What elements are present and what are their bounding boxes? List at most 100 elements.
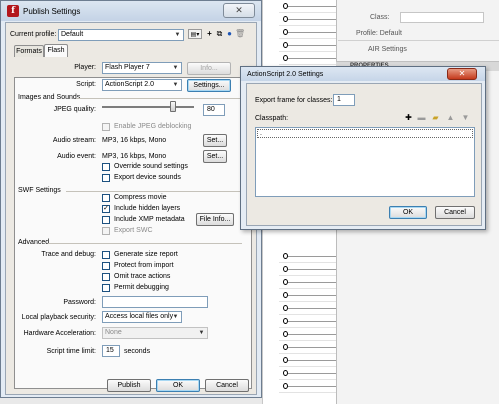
password-field[interactable] <box>102 296 208 308</box>
timeline-row <box>279 315 337 328</box>
timeline-row <box>279 39 337 52</box>
export-swc-label: Export SWC <box>114 227 153 234</box>
protect-from-import-label: Protect from import <box>114 262 174 269</box>
include-hidden-layers-label: Include hidden layers <box>114 205 181 212</box>
local-playback-value: Access local files only <box>105 313 174 320</box>
timeline-row <box>279 380 337 393</box>
include-xmp-label: Include XMP metadata <box>114 216 185 223</box>
export-device-sounds-label: Export device sounds <box>114 174 181 181</box>
local-playback-label: Local playback security: <box>21 314 96 321</box>
include-xmp-checkbox[interactable] <box>102 216 110 224</box>
jpeg-quality-slider-track[interactable] <box>102 106 194 108</box>
add-profile-icon[interactable]: + <box>205 29 214 39</box>
enable-jpeg-deblocking-label: Enable JPEG deblocking <box>114 123 192 130</box>
timeline-row <box>279 289 337 302</box>
current-profile-label: Current profile: <box>10 31 57 38</box>
compress-movie-label: Compress movie <box>114 194 167 201</box>
divider <box>76 98 242 99</box>
chevron-down-icon: ▼ <box>172 314 179 320</box>
class-input[interactable] <box>400 12 484 23</box>
timeline-row <box>279 367 337 380</box>
ok-button[interactable]: OK <box>156 379 200 392</box>
close-button[interactable]: ✕ <box>223 3 255 18</box>
chevron-down-icon: ▼ <box>172 82 179 88</box>
hardware-accel-select[interactable]: None ▼ <box>102 327 208 339</box>
divider <box>66 191 242 192</box>
delete-profile-icon[interactable]: 🗑 <box>235 29 245 39</box>
settings-button[interactable]: Settings... <box>187 79 231 92</box>
script-time-limit-label: Script time limit: <box>46 348 96 355</box>
seconds-label: seconds <box>124 348 151 355</box>
jpeg-quality-slider-thumb[interactable] <box>169 101 176 112</box>
duplicate-profile-icon[interactable]: ⧉ <box>215 29 224 39</box>
tab-flash[interactable]: Flash <box>44 44 68 57</box>
omit-trace-actions-checkbox[interactable] <box>102 273 110 281</box>
profile-label: Profile: Default <box>356 30 402 37</box>
include-hidden-layers-checkbox[interactable]: ✓ <box>102 205 110 213</box>
script-time-limit-input[interactable]: 15 <box>102 345 120 357</box>
audio-event-label: Audio event: <box>57 153 96 160</box>
profile-select[interactable]: Default ▼ <box>58 29 184 41</box>
divider <box>338 40 499 41</box>
script-select[interactable]: ActionScript 2.0 ▼ <box>102 79 182 91</box>
browse-folder-icon[interactable]: ▰ <box>430 113 441 122</box>
chevron-down-icon: ▼ <box>198 330 205 336</box>
add-path-icon[interactable]: ✚ <box>403 113 414 122</box>
as-cancel-button[interactable]: Cancel <box>435 206 475 219</box>
flash-icon: f <box>7 5 19 17</box>
jpeg-quality-input[interactable]: 80 <box>203 104 225 116</box>
audio-stream-set-button[interactable]: Set... <box>203 134 227 147</box>
script-label: Script: <box>76 81 96 88</box>
classpath-list[interactable]: . <box>255 127 475 197</box>
chevron-down-icon: ▼ <box>172 65 179 71</box>
timeline-row <box>279 13 337 26</box>
info-button[interactable]: Info... <box>187 62 231 75</box>
publish-button[interactable]: Publish <box>107 379 151 392</box>
timeline-row <box>279 354 337 367</box>
info-icon[interactable]: ● <box>225 29 234 39</box>
compress-movie-checkbox[interactable] <box>102 194 110 202</box>
timeline-row <box>279 263 337 276</box>
audio-stream-value: MP3, 16 kbps, Mono <box>102 137 167 144</box>
player-select[interactable]: Flash Player 7 ▼ <box>102 62 182 74</box>
as-ok-button[interactable]: OK <box>389 206 427 219</box>
publish-title-bar[interactable]: f Publish Settings ✕ <box>1 1 261 21</box>
jpeg-quality-label: JPEG quality: <box>53 106 96 113</box>
player-value: Flash Player 7 <box>105 64 150 71</box>
trace-debug-label: Trace and debug: <box>41 251 96 258</box>
generate-size-report-checkbox[interactable] <box>102 251 110 259</box>
enable-jpeg-deblocking-checkbox[interactable] <box>102 123 110 131</box>
local-playback-select[interactable]: Access local files only ▼ <box>102 311 182 323</box>
override-sound-checkbox[interactable] <box>102 163 110 171</box>
timeline-row <box>279 276 337 289</box>
permit-debugging-checkbox[interactable] <box>102 284 110 292</box>
classpath-label: Classpath: <box>255 115 289 122</box>
export-swc-checkbox[interactable] <box>102 227 110 235</box>
move-up-icon[interactable]: ▲ <box>445 113 456 122</box>
password-label: Password: <box>63 299 96 306</box>
actionscript-settings-dialog: ActionScript 2.0 Settings ✕ Export frame… <box>240 66 486 230</box>
override-sound-label: Override sound settings <box>114 163 188 170</box>
tab-formats[interactable]: Formats <box>14 45 44 57</box>
omit-trace-actions-label: Omit trace actions <box>114 273 171 280</box>
remove-path-icon[interactable]: ▬ <box>416 113 427 122</box>
profile-value: Default <box>61 31 84 38</box>
cancel-button[interactable]: Cancel <box>205 379 249 392</box>
protect-from-import-checkbox[interactable] <box>102 262 110 270</box>
file-info-button[interactable]: File Info... <box>196 213 234 226</box>
as-title-bar[interactable]: ActionScript 2.0 Settings ✕ <box>241 67 485 81</box>
advanced-header: Advanced <box>18 239 50 246</box>
timeline-row <box>279 328 337 341</box>
audio-event-value: MP3, 16 kbps, Mono <box>102 153 167 160</box>
images-sounds-header: Images and Sounds <box>18 94 81 101</box>
move-down-icon[interactable]: ▼ <box>460 113 471 122</box>
audio-event-set-button[interactable]: Set... <box>203 150 227 163</box>
class-label: Class: <box>370 14 390 21</box>
export-frame-input[interactable]: 1 <box>333 94 355 106</box>
export-device-sounds-checkbox[interactable] <box>102 174 110 182</box>
as-close-button[interactable]: ✕ <box>447 68 477 80</box>
import-export-icon[interactable]: ▤▾ <box>188 29 202 39</box>
air-settings-link[interactable]: AIR Settings <box>368 46 407 53</box>
permit-debugging-label: Permit debugging <box>114 284 169 291</box>
list-item[interactable]: . <box>257 129 473 138</box>
